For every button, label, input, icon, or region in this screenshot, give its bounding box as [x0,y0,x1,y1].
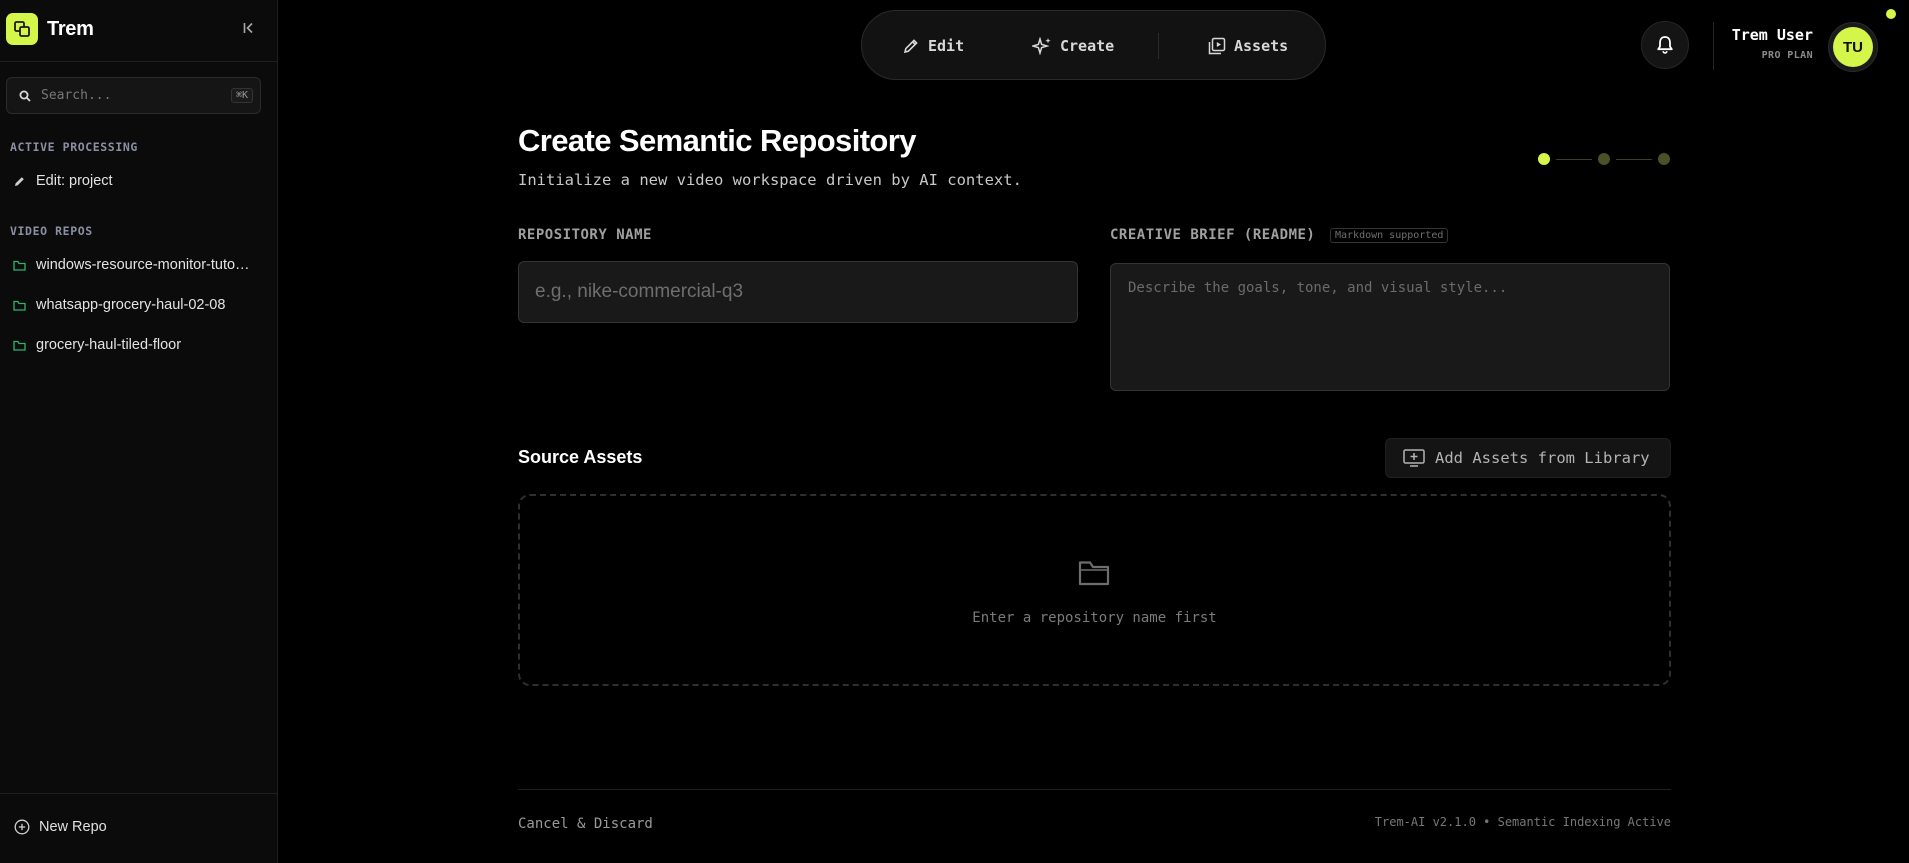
sidebar-divider [0,793,278,794]
markdown-badge: Markdown supported [1330,228,1449,243]
app-logo-icon [6,13,38,45]
add-assets-button[interactable]: Add Assets from Library [1385,438,1671,478]
nav-create-label: Create [1060,37,1115,55]
brand[interactable]: Trem [6,12,94,46]
user-plan: PRO PLAN [1761,50,1813,61]
step-indicator [1538,153,1672,165]
sidebar-item-edit-project[interactable]: Edit: project [0,165,277,197]
creative-brief-label: CREATIVE BRIEF (README) [1110,227,1316,243]
bell-icon [1657,36,1673,54]
source-assets-title: Source Assets [518,447,643,467]
collapse-sidebar-button[interactable] [238,17,260,39]
step-connector [1616,158,1652,160]
folder-icon [12,298,26,312]
avatar: TU [1833,27,1873,67]
page-subtitle: Initialize a new video workspace driven … [518,171,1022,189]
sparkles-icon [1032,37,1051,55]
section-label-video-repos: VIDEO REPOS [10,224,93,238]
step-connector [1556,158,1592,160]
creative-brief-textarea[interactable] [1110,263,1670,391]
sidebar-item-repo[interactable]: grocery-haul-tiled-floor [0,329,277,361]
user-name: Trem User [1731,26,1813,44]
folder-icon [1078,559,1110,587]
version-status-text: Trem-AI v2.1.0 • Semantic Indexing Activ… [1374,815,1671,829]
add-media-icon [1403,449,1425,467]
repo-name-input[interactable] [518,261,1078,323]
sidebar-item-repo[interactable]: whatsapp-grocery-haul-02-08 [0,289,277,321]
step-dot [1658,153,1670,165]
step-dot-active [1538,153,1550,165]
sidebar-divider [0,61,278,62]
status-indicator-dot [1886,9,1896,19]
search-input[interactable] [41,88,211,103]
new-repo-label: New Repo [39,819,107,835]
plus-circle-icon [14,819,30,835]
repo-name-label: REPOSITORY NAME [518,227,652,243]
sidebar-item-label: whatsapp-grocery-haul-02-08 [36,297,226,313]
nav-create-button[interactable]: Create [1032,33,1114,59]
top-nav: Edit Create Assets [861,10,1326,80]
step-dot [1598,153,1610,165]
sidebar-item-label: Edit: project [36,173,113,189]
collapse-left-icon [243,22,253,34]
pencil-icon [12,174,26,188]
app-name: Trem [47,17,94,40]
sidebar-item-label: grocery-haul-tiled-floor [36,337,182,353]
cancel-discard-button[interactable]: Cancel & Discard [518,816,653,832]
asset-dropzone[interactable]: Enter a repository name first [518,494,1671,686]
page-title: Create Semantic Repository [518,123,916,158]
sidebar-item-label: windows-resource-monitor-tutorial [36,257,252,273]
nav-assets-label: Assets [1234,37,1289,55]
footer-divider [518,789,1671,790]
user-avatar-button[interactable]: TU [1828,22,1878,72]
notifications-button[interactable] [1641,21,1689,69]
sidebar-item-repo[interactable]: windows-resource-monitor-tutorial [0,249,277,281]
add-assets-label: Add Assets from Library [1435,449,1650,467]
pencil-icon [903,39,918,54]
new-repo-button[interactable]: New Repo [14,819,107,835]
sidebar: Trem ⌘K ACTIVE PROCESSING Edit: project … [0,0,278,863]
section-label-active-processing: ACTIVE PROCESSING [10,140,138,154]
nav-edit-button[interactable]: Edit [902,33,964,59]
media-library-icon [1208,37,1226,55]
header-separator [1713,22,1714,70]
sidebar-search[interactable]: ⌘K [6,77,261,114]
folder-icon [12,338,26,352]
folder-icon [12,258,26,272]
search-shortcut-badge: ⌘K [230,88,253,103]
search-icon [19,90,31,102]
nav-edit-label: Edit [928,37,965,55]
nav-separator [1158,33,1159,59]
nav-assets-button[interactable]: Assets [1208,33,1288,59]
dropzone-empty-text: Enter a repository name first [972,610,1217,626]
